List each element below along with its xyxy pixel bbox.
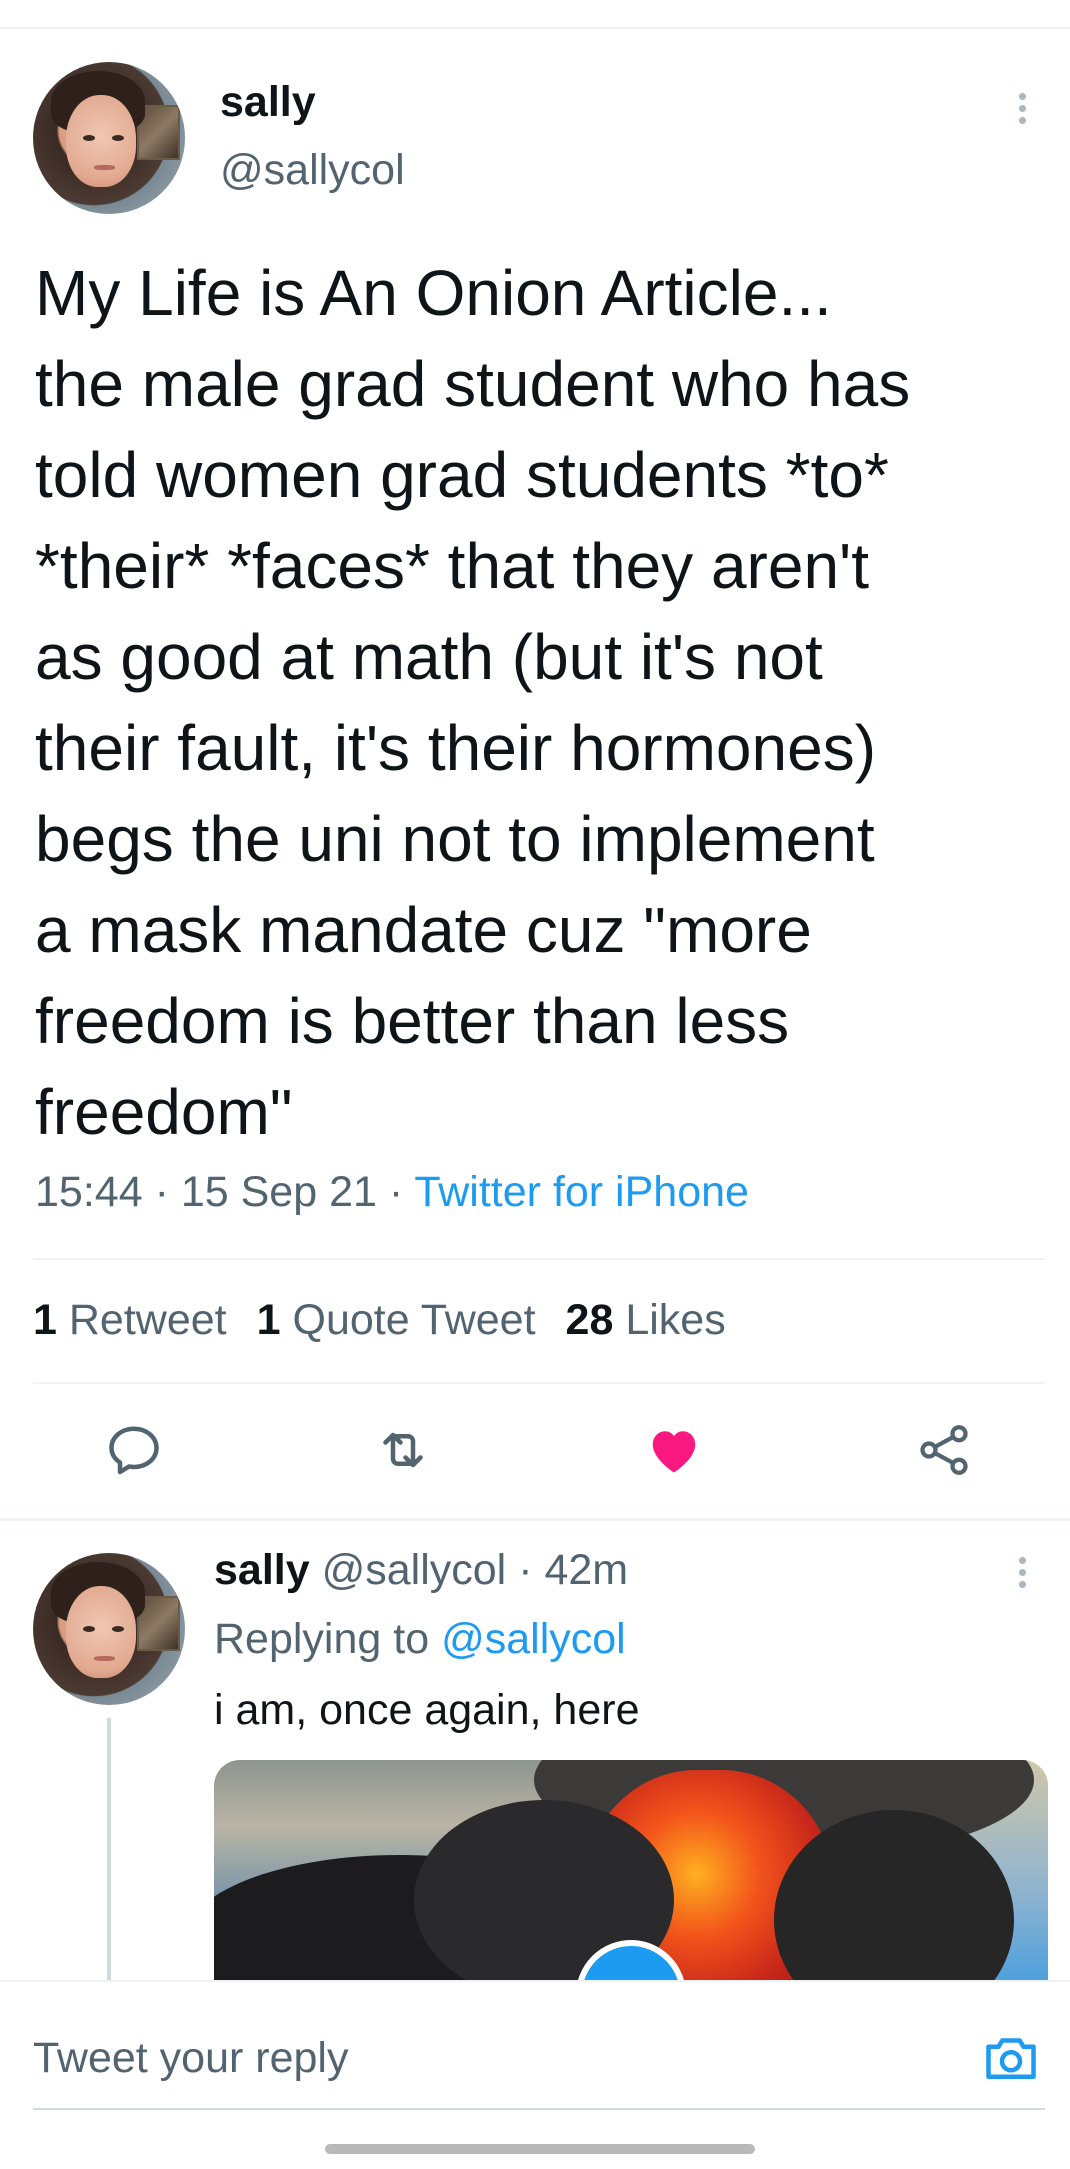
likes-count: 28: [565, 1296, 614, 1344]
replying-mention-link[interactable]: @sallycol: [441, 1615, 626, 1663]
retweets-count: 1: [33, 1296, 57, 1344]
camera-icon: [986, 2038, 1036, 2079]
reply-icon: [109, 1426, 159, 1475]
more-options-icon[interactable]: [1019, 88, 1026, 129]
compose-bar: Tweet your reply: [0, 1980, 1070, 2169]
tweet-stats: 1 Retweet 1 Quote Tweet 28 Likes: [33, 1296, 726, 1345]
top-divider: [0, 27, 1070, 29]
retweets-label: Retweet: [68, 1296, 227, 1344]
share-button[interactable]: [914, 1420, 974, 1480]
reply-text: i am, once again, here: [214, 1686, 640, 1734]
reply-avatar[interactable]: [33, 1553, 185, 1705]
replying-to: Replying to @sallycol: [214, 1615, 626, 1664]
retweets-stat[interactable]: 1 Retweet: [33, 1296, 227, 1344]
reply-handle[interactable]: @sallycol: [322, 1546, 507, 1594]
retweet-button[interactable]: [373, 1420, 433, 1480]
tweet-metadata: 15:44 · 15 Sep 21 · Twitter for iPhone: [35, 1168, 749, 1217]
camera-button[interactable]: [980, 2028, 1042, 2088]
tweet-text: My Life is An Onion Article... the male …: [35, 257, 911, 1148]
heart-icon: [652, 1431, 696, 1473]
quotes-label: Quote Tweet: [292, 1296, 536, 1344]
avatar[interactable]: [33, 62, 185, 214]
reply-separator: ·: [518, 1546, 533, 1594]
reply-timestamp: 42m: [544, 1546, 629, 1594]
divider: [33, 1258, 1045, 1260]
tweet-time: 15:44: [35, 1168, 143, 1216]
quotes-count: 1: [256, 1296, 281, 1344]
reply-input[interactable]: Tweet your reply: [33, 2034, 348, 2083]
reply-display-name[interactable]: sally: [214, 1546, 310, 1594]
likes-label: Likes: [625, 1296, 726, 1344]
meta-separator: ·: [388, 1168, 404, 1216]
thread-line: [107, 1718, 111, 1980]
tweet-source-link[interactable]: Twitter for iPhone: [414, 1168, 749, 1216]
author-handle[interactable]: @sallycol: [220, 146, 405, 195]
home-indicator[interactable]: [325, 2144, 755, 2154]
author-display-name[interactable]: sally: [220, 78, 316, 127]
like-button[interactable]: [644, 1420, 704, 1480]
meta-separator: ·: [154, 1168, 169, 1216]
reply-media-video[interactable]: [214, 1760, 1048, 1980]
divider: [33, 1382, 1045, 1384]
tweet-date: 15 Sep 21: [180, 1168, 377, 1216]
retweet-icon: [383, 1432, 423, 1468]
reply-header: sally @sallycol · 42m: [214, 1546, 628, 1595]
likes-stat[interactable]: 28 Likes: [566, 1296, 726, 1344]
input-underline: [33, 2108, 1045, 2110]
reply-button[interactable]: [104, 1420, 164, 1480]
reply-more-options-icon[interactable]: [1019, 1552, 1026, 1593]
section-divider: [0, 1518, 1070, 1521]
quotes-stat[interactable]: 1 Quote Tweet: [257, 1296, 536, 1344]
share-icon: [920, 1425, 968, 1475]
replying-prefix: Replying to: [214, 1615, 430, 1663]
